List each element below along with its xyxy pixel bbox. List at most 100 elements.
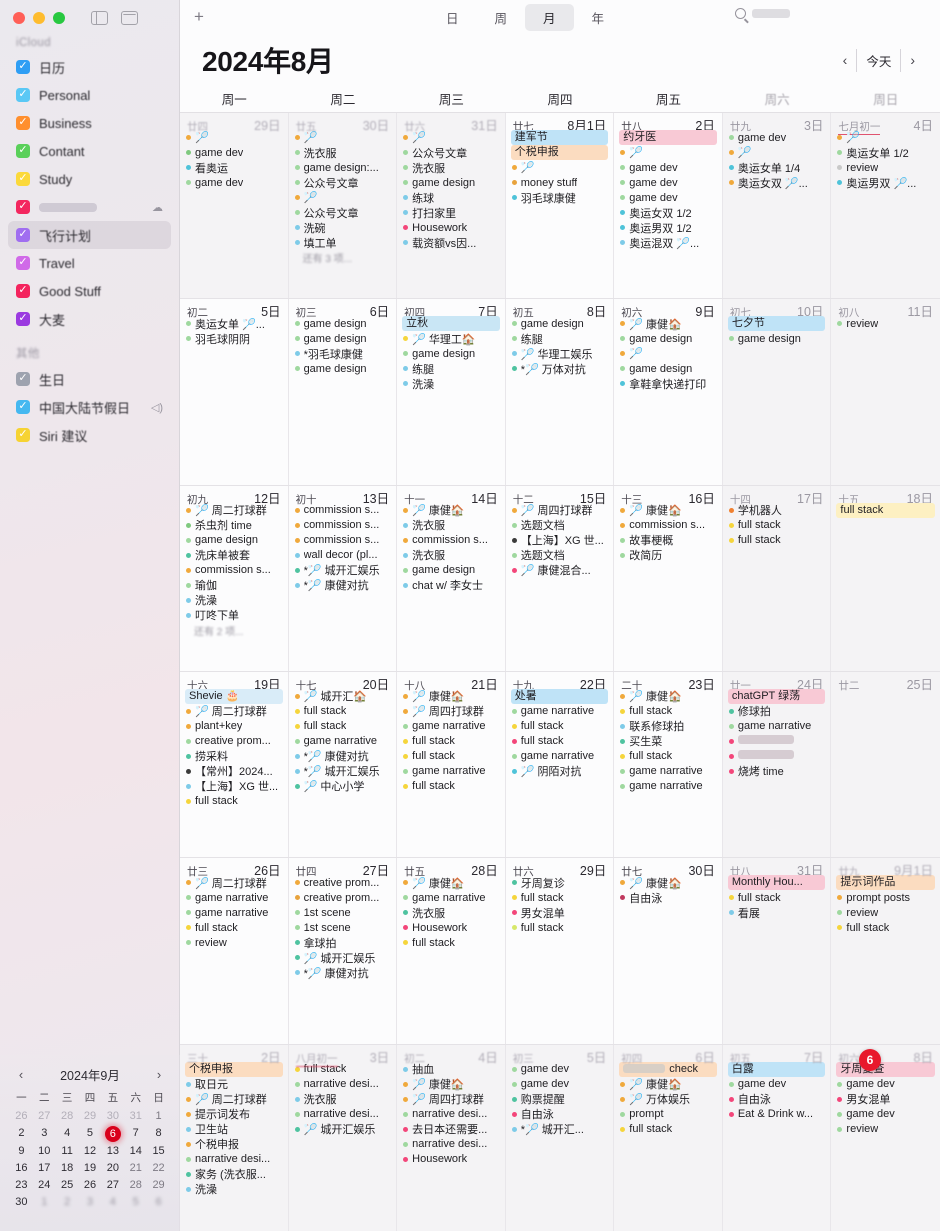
- mini-day-cell[interactable]: 3: [79, 1195, 102, 1210]
- event-item[interactable]: game design: [401, 175, 501, 190]
- mini-day-cell[interactable]: 6: [147, 1195, 170, 1210]
- event-item[interactable]: 填工单: [293, 235, 393, 250]
- day-cell[interactable]: 初十 13日 commission s... commission s... commi…: [289, 485, 398, 671]
- event-item[interactable]: 【常州】2024...: [184, 764, 284, 779]
- day-cell[interactable]: 初八 11日 review: [831, 299, 940, 485]
- event-item[interactable]: *🏸 康健对抗: [293, 965, 393, 980]
- event-item[interactable]: creative prom...: [184, 734, 284, 749]
- day-cell[interactable]: 初三 5日 game dev game dev 购票提醒 自由泳 *🏸 城开汇...: [505, 1044, 615, 1231]
- mini-day-cell[interactable]: 8: [147, 1126, 170, 1142]
- event-item[interactable]: 公众号文章: [401, 145, 501, 160]
- event-item[interactable]: 🏸 中心小学: [293, 779, 393, 794]
- event-item[interactable]: full stack: [510, 890, 610, 905]
- day-cell[interactable]: 十九 22日 处暑 game narrative full stack full stac…: [506, 671, 615, 858]
- day-cell[interactable]: 廿九 9月1日 提示词作品 prompt posts review full stack: [831, 858, 940, 1044]
- event-item[interactable]: full stack: [401, 935, 501, 950]
- checkbox-checked-icon[interactable]: [16, 170, 30, 186]
- day-cell[interactable]: 初五 8日 game design 练腿 🏸 华理工娱乐 *🏸 万体对抗: [506, 299, 615, 485]
- mini-day-cell[interactable]: 29: [79, 1109, 102, 1124]
- event-item[interactable]: 🏸 康健🏠: [618, 316, 718, 331]
- event-item[interactable]: 改简历: [618, 548, 718, 563]
- mini-day-cell[interactable]: 31: [124, 1109, 147, 1124]
- event-item[interactable]: 🏸 康健🏠: [401, 1077, 501, 1092]
- event-item[interactable]: 🏸 周四打球群: [401, 1092, 501, 1107]
- sidebar-item-personal[interactable]: Personal: [8, 81, 171, 109]
- event-item[interactable]: game narrative: [727, 719, 827, 734]
- event-item[interactable]: 洗衣服: [401, 160, 501, 175]
- event-item[interactable]: game dev: [618, 160, 718, 175]
- event-item[interactable]: 练腿: [401, 361, 501, 376]
- event-item[interactable]: wall decor (pl...: [293, 548, 393, 563]
- event-item[interactable]: review: [835, 160, 936, 175]
- event-item[interactable]: 🏸: [293, 190, 393, 205]
- event-item[interactable]: full stack: [184, 920, 284, 935]
- event-item[interactable]: 奥运女单 1/2: [835, 145, 936, 160]
- event-item[interactable]: narrative desi...: [293, 1107, 393, 1122]
- event-item[interactable]: game narrative: [618, 764, 718, 779]
- event-item[interactable]: *🏸 城开汇...: [510, 1122, 610, 1137]
- event-item[interactable]: 看展: [727, 905, 827, 920]
- event-item[interactable]: 奥运女双 🏸...: [727, 175, 827, 190]
- mini-day-cell[interactable]: 30: [101, 1109, 124, 1124]
- event-item[interactable]: 🏸 康健🏠: [618, 875, 718, 890]
- checkbox-checked-icon[interactable]: [16, 86, 30, 102]
- event-item[interactable]: 打扫家里: [401, 205, 501, 220]
- event-item[interactable]: Housework: [401, 220, 501, 235]
- event-item[interactable]: narrative desi...: [401, 1107, 501, 1122]
- event-item[interactable]: full stack: [835, 920, 936, 935]
- mini-day-cell[interactable]: 2: [10, 1126, 33, 1142]
- sidebar-item-中国大陆节假日[interactable]: 中国大陆节假日 ◁): [8, 393, 171, 421]
- event-item[interactable]: narrative desi...: [184, 1152, 284, 1167]
- event-item[interactable]: game design: [293, 316, 393, 331]
- event-item[interactable]: game narrative: [510, 704, 610, 719]
- event-item[interactable]: narrative desi...: [293, 1077, 393, 1092]
- sidebar-item-日历[interactable]: 日历: [8, 53, 171, 81]
- mini-day-cell[interactable]: 15: [147, 1144, 170, 1159]
- day-cell[interactable]: 廿八 31日 Monthly Hou... full stack 看展: [722, 858, 832, 1044]
- event-item[interactable]: 公众号文章: [293, 205, 393, 220]
- mini-day-cell[interactable]: 19: [79, 1161, 102, 1176]
- event-item[interactable]: 1st scene: [293, 920, 393, 935]
- more-events-link[interactable]: 还有 2 项...: [184, 623, 284, 638]
- all-day-event[interactable]: Monthly Hou...: [727, 875, 826, 891]
- day-cell[interactable]: 廿九 3日 game dev 🏸 奥运女单 1/4 奥运女双 🏸...: [722, 113, 832, 299]
- event-item[interactable]: 学机器人: [727, 503, 827, 518]
- event-item[interactable]: 🏸 周四打球群: [401, 704, 501, 719]
- event-item[interactable]: 🏸 城开汇娱乐: [293, 950, 393, 965]
- day-cell[interactable]: 初七 10日 七夕节 game design: [722, 299, 832, 485]
- event-item[interactable]: [727, 734, 827, 749]
- checkbox-checked-icon[interactable]: [16, 226, 30, 242]
- day-cell[interactable]: 十八 21日 🏸 康健🏠 🏸 周四打球群 game narrative full stac…: [397, 671, 506, 858]
- day-cell[interactable]: 廿三 26日 🏸 周二打球群 game narrative game narrative…: [180, 858, 289, 1044]
- event-item[interactable]: game narrative: [184, 905, 284, 920]
- event-item[interactable]: game dev: [835, 1107, 936, 1122]
- mini-day-cell[interactable]: 29: [147, 1178, 170, 1193]
- all-day-event[interactable]: 七夕节: [727, 316, 826, 332]
- event-item[interactable]: game design: [401, 563, 501, 578]
- event-item[interactable]: game dev: [835, 1077, 936, 1092]
- event-item[interactable]: 联系修球拍: [618, 719, 718, 734]
- mini-day-cell[interactable]: 20: [101, 1161, 124, 1176]
- event-item[interactable]: full stack: [510, 920, 610, 935]
- event-item[interactable]: game dev: [727, 130, 827, 145]
- event-item[interactable]: *🏸 城开汇娱乐: [293, 563, 393, 578]
- sidebar-item-contant[interactable]: Contant: [8, 137, 171, 165]
- event-item[interactable]: 洗床单被套: [184, 548, 284, 563]
- day-cell[interactable]: 十四 17日 学机器人 full stack full stack: [722, 485, 832, 671]
- view-tab-日[interactable]: 日: [428, 4, 477, 31]
- event-item[interactable]: game design: [293, 331, 393, 346]
- event-item[interactable]: full stack: [618, 749, 718, 764]
- day-cell[interactable]: 廿六 29日 牙周复诊 full stack 男女混单 full stack: [506, 858, 615, 1044]
- checkbox-checked-icon[interactable]: [16, 310, 30, 326]
- event-item[interactable]: 捞采料: [184, 749, 284, 764]
- mini-day-cell[interactable]: 5: [79, 1126, 102, 1142]
- mini-day-cell[interactable]: 23: [10, 1178, 33, 1193]
- day-cell[interactable]: 初六 9日 🏸 康健🏠 game design 🏸 game design 拿鞋拿快递打印: [614, 299, 723, 485]
- mini-day-cell[interactable]: 1: [33, 1195, 56, 1210]
- event-item[interactable]: *🏸 康健对抗: [293, 578, 393, 593]
- event-item[interactable]: *羽毛球康健: [293, 346, 393, 361]
- mini-prev-month-button[interactable]: ‹: [14, 1067, 28, 1082]
- all-day-event[interactable]: 约牙医: [619, 130, 717, 145]
- event-item[interactable]: 拿鞋拿快递打印: [618, 376, 718, 391]
- event-item[interactable]: 🏸 周四打球群: [510, 503, 610, 518]
